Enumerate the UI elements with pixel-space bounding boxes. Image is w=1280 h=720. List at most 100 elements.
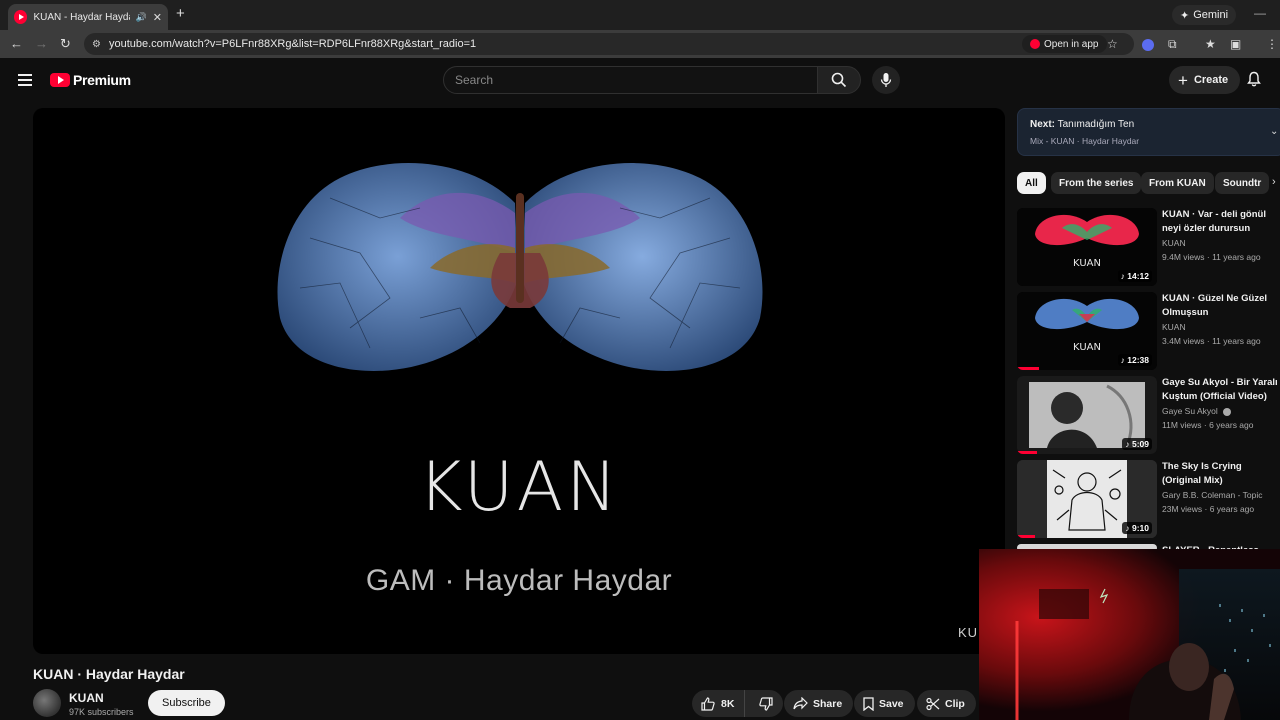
forward-arrow-icon[interactable]: → bbox=[35, 36, 48, 51]
video-thumbnail[interactable]: ♪ 9:10 bbox=[1017, 460, 1157, 538]
search-input[interactable] bbox=[455, 73, 817, 87]
youtube-app-icon bbox=[1030, 39, 1040, 49]
recommendation-item[interactable]: KUAN ♪ 14:12 KUAN · Var - deli gönül ney… bbox=[1017, 208, 1280, 288]
rec-title[interactable]: Gaye Su Akyol - Bir Yaralı Kuştum (Offic… bbox=[1162, 376, 1280, 404]
create-label: Create bbox=[1193, 74, 1229, 86]
chip-all[interactable]: All bbox=[1017, 172, 1046, 194]
duration-badge: ♪ 12:38 bbox=[1117, 354, 1152, 366]
chip-from-the-series[interactable]: From the series bbox=[1051, 172, 1142, 194]
browser-toolbar: ← → ↻ ⚙ youtube.com/watch?v=P6LFnr88XRg&… bbox=[0, 30, 1280, 58]
duration-text: 5:09 bbox=[1131, 439, 1149, 449]
like-button[interactable]: 8K bbox=[692, 690, 746, 717]
recommendation-item[interactable]: ♪ 9:10 The Sky Is Crying (Original Mix) … bbox=[1017, 460, 1280, 540]
dislike-button[interactable] bbox=[750, 690, 783, 717]
audio-playing-icon[interactable]: 🔊 bbox=[136, 12, 147, 23]
save-label: Save bbox=[879, 697, 904, 710]
recommendation-item[interactable]: ♪ 5:09 Gaye Su Akyol - Bir Yaralı Kuştum… bbox=[1017, 376, 1280, 456]
reload-icon[interactable]: ↻ bbox=[60, 36, 71, 52]
channel-watermark[interactable]: KU bbox=[958, 625, 978, 640]
video-thumbnail[interactable]: KUAN ♪ 14:12 bbox=[1017, 208, 1157, 286]
browser-tab[interactable]: KUAN - Haydar Haydar - YouTube 🔊 ✕ bbox=[8, 4, 168, 30]
rec-title[interactable]: The Sky Is Crying (Original Mix) bbox=[1162, 460, 1280, 488]
profile-extension-icon[interactable] bbox=[1142, 39, 1154, 51]
minimize-window-icon[interactable]: — bbox=[1254, 6, 1266, 20]
site-settings-icon[interactable]: ⚙ bbox=[92, 39, 101, 50]
rec-title[interactable]: KUAN · Var - deli gönül neyi özler durur… bbox=[1162, 208, 1280, 236]
rec-channel[interactable]: KUAN bbox=[1162, 322, 1186, 332]
rec-channel[interactable]: KUAN bbox=[1162, 238, 1186, 248]
new-tab-icon[interactable]: + bbox=[176, 5, 185, 22]
up-next-subtitle: Mix - KUAN · Haydar Haydar bbox=[1030, 136, 1140, 146]
video-thumbnail[interactable]: ♪ 5:09 bbox=[1017, 376, 1157, 454]
browser-tab-strip: KUAN - Haydar Haydar - YouTube 🔊 ✕ + ✦ G… bbox=[0, 0, 1280, 30]
save-button[interactable]: Save bbox=[854, 690, 915, 717]
up-next-panel[interactable]: Next: Tanımadığım Ten Mix - KUAN · Hayda… bbox=[1017, 108, 1280, 156]
voice-search-button[interactable] bbox=[872, 66, 900, 94]
rec-channel[interactable]: Gaye Su Akyol bbox=[1162, 406, 1232, 416]
gemini-button[interactable]: ✦ Gemini bbox=[1172, 5, 1237, 25]
duration-badge: ♪ 9:10 bbox=[1122, 522, 1152, 534]
chevron-right-icon[interactable]: › bbox=[1272, 176, 1276, 188]
rec-meta: 11M views · 6 years ago bbox=[1162, 420, 1254, 430]
youtube-play-logo-icon bbox=[50, 73, 70, 87]
youtube-favicon-icon bbox=[14, 10, 28, 24]
video-song-line: GAM · Haydar Haydar bbox=[365, 564, 673, 597]
browser-menu-icon[interactable]: ⋮ bbox=[1266, 37, 1278, 51]
duration-badge: ♪ 14:12 bbox=[1117, 270, 1152, 282]
share-button[interactable]: Share bbox=[784, 690, 854, 717]
extensions-puzzle-icon[interactable]: ⧉ bbox=[1168, 37, 1177, 52]
filter-chips: All From the series From KUAN Soundtr bbox=[1017, 172, 1280, 194]
clip-button[interactable]: Clip bbox=[917, 690, 976, 717]
rec-channel[interactable]: Gary B.B. Coleman - Topic bbox=[1162, 490, 1262, 500]
thumbs-up-icon bbox=[701, 696, 715, 711]
search-box[interactable] bbox=[443, 66, 818, 94]
video-thumbnail[interactable]: KUAN ♪ 12:38 bbox=[1017, 292, 1157, 370]
video-artist-text: KUAN bbox=[418, 448, 620, 527]
bookmarks-icon[interactable]: ★ bbox=[1205, 37, 1216, 51]
search-icon bbox=[831, 72, 847, 88]
up-next-title: Next: Tanımadığım Ten bbox=[1030, 119, 1134, 130]
watch-progress-bar bbox=[1017, 451, 1037, 454]
channel-name[interactable]: KUAN bbox=[69, 691, 104, 705]
rec-channel-name: Gaye Su Akyol bbox=[1162, 406, 1218, 416]
thumbs-down-icon bbox=[759, 696, 774, 711]
back-arrow-icon[interactable]: ← bbox=[10, 36, 23, 51]
recommendation-item[interactable]: KUAN ♪ 12:38 KUAN · Güzel Ne Güzel Olmuş… bbox=[1017, 292, 1280, 372]
menu-icon[interactable] bbox=[18, 74, 32, 86]
video-title: KUAN · Haydar Haydar bbox=[33, 666, 185, 682]
bookmark-star-icon[interactable]: ☆ bbox=[1107, 37, 1118, 51]
rec-title[interactable]: KUAN · Güzel Ne Güzel Olmuşsun bbox=[1162, 292, 1280, 320]
chip-soundtrack[interactable]: Soundtr bbox=[1215, 172, 1270, 194]
close-tab-icon[interactable]: ✕ bbox=[153, 11, 162, 24]
create-button[interactable]: + Create bbox=[1169, 66, 1241, 94]
chip-from-kuan[interactable]: From KUAN bbox=[1141, 172, 1214, 194]
open-in-app-button[interactable]: Open in app bbox=[1022, 35, 1107, 53]
scissors-icon bbox=[926, 697, 940, 710]
microphone-icon bbox=[880, 73, 892, 87]
webcam-feed bbox=[979, 549, 1280, 720]
notifications-bell-icon[interactable] bbox=[1247, 71, 1261, 87]
like-count: 8K bbox=[721, 697, 735, 710]
split-view-icon[interactable]: ▣ bbox=[1230, 37, 1241, 51]
youtube-logo[interactable]: Premium bbox=[50, 72, 131, 88]
like-dislike-group: 8K bbox=[692, 690, 784, 717]
youtube-masthead: Premium + Create bbox=[0, 58, 1280, 104]
chevron-down-icon[interactable]: ⌄ bbox=[1270, 126, 1278, 137]
subscribe-button[interactable]: Subscribe bbox=[148, 690, 225, 716]
open-in-app-label: Open in app bbox=[1044, 38, 1099, 50]
sparkle-icon: ✦ bbox=[1180, 9, 1190, 22]
tab-title: KUAN - Haydar Haydar - YouTube bbox=[33, 11, 129, 23]
up-next-label: Next: bbox=[1030, 119, 1056, 130]
duration-text: 12:38 bbox=[1127, 355, 1149, 365]
url-text: youtube.com/watch?v=P6LFnr88XRg&list=RDP… bbox=[108, 38, 477, 50]
share-label: Share bbox=[813, 697, 843, 710]
plus-icon: + bbox=[1178, 70, 1188, 90]
search-button[interactable] bbox=[817, 66, 861, 94]
watch-progress-bar bbox=[1017, 535, 1035, 538]
duration-badge: ♪ 5:09 bbox=[1122, 438, 1152, 450]
channel-avatar[interactable] bbox=[33, 689, 61, 717]
video-player[interactable]: KUAN GAM · Haydar Haydar KU bbox=[33, 108, 1005, 654]
address-bar[interactable]: ⚙ youtube.com/watch?v=P6LFnr88XRg&list=R… bbox=[84, 33, 1134, 55]
webcam-overlay bbox=[979, 549, 1280, 720]
rec-meta: 9.4M views · 11 years ago bbox=[1162, 252, 1261, 262]
